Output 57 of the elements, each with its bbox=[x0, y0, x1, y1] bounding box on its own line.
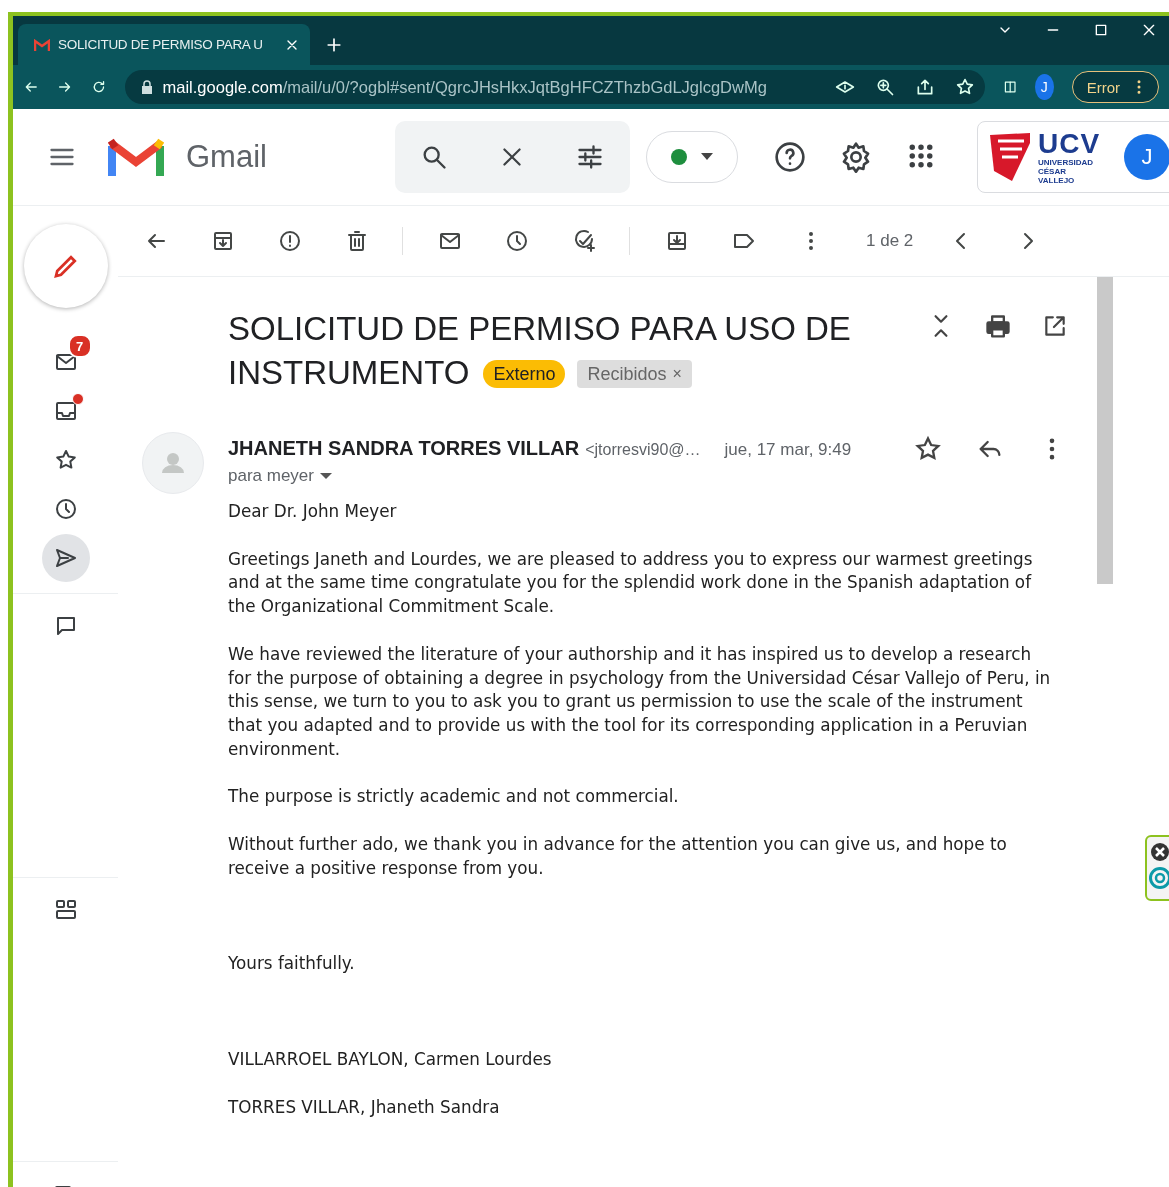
email-paragraph: VILLARROEL BAYLON, Carmen Lourdes bbox=[228, 1048, 553, 1072]
extension-widget[interactable] bbox=[1145, 835, 1169, 901]
gmail-logo-icon bbox=[108, 136, 164, 178]
star-icon[interactable] bbox=[914, 435, 942, 463]
app-name: Gmail bbox=[186, 139, 267, 175]
search-field[interactable] bbox=[394, 121, 630, 193]
lock-icon bbox=[140, 80, 153, 94]
close-icon[interactable] bbox=[1141, 22, 1157, 38]
inbox-icon[interactable] bbox=[53, 399, 78, 423]
close-icon[interactable] bbox=[1151, 843, 1169, 861]
external-tag[interactable]: Externo bbox=[483, 360, 566, 388]
email-paragraph: Dear Dr. John Meyer bbox=[228, 500, 398, 523]
spaces-icon[interactable] bbox=[53, 898, 78, 922]
maximize-icon[interactable] bbox=[1093, 22, 1109, 38]
organization-name: UCV bbox=[1038, 129, 1102, 158]
archive-icon[interactable] bbox=[211, 229, 235, 253]
recipient-text: para meyer bbox=[228, 466, 314, 486]
bookmark-star-icon[interactable] bbox=[954, 77, 975, 97]
organization-subtitle: UNIVERSIDAD CÉSAR VALLEJO bbox=[1038, 157, 1095, 185]
snooze-icon[interactable] bbox=[505, 229, 529, 253]
browser-tab[interactable]: SOLICITUD DE PERMISO PARA U bbox=[18, 24, 310, 65]
caret-icon[interactable] bbox=[320, 472, 332, 480]
move-to-icon[interactable] bbox=[665, 229, 689, 253]
folder-label[interactable]: Recibidos × bbox=[577, 360, 692, 388]
print-icon[interactable] bbox=[984, 313, 1012, 341]
email-paragraph: Yours faithfully. bbox=[228, 952, 356, 976]
url-text: mail.google.com/mail/u/0/?ogbl#sent/QgrcJHsHkxJqtBgHFCZThzbGdLJglcgDwMg bbox=[162, 77, 768, 97]
email-paragraph: The purpose is strictly academic and not commercial. bbox=[228, 785, 680, 809]
add-task-icon[interactable] bbox=[572, 229, 596, 253]
star-icon[interactable] bbox=[53, 448, 78, 472]
pagination-text: 1 de 2 bbox=[866, 231, 914, 251]
tab-title: SOLICITUD DE PERMISO PARA U bbox=[58, 37, 263, 52]
email-paragraph: Greetings Janeth and Lourdes, we are pleased to address you to express our warmest greetings and at the same time congratulate you for the splendid work done in the Spanish adaptation of the Organizational Commitment Scale. bbox=[228, 547, 1034, 619]
clock-icon[interactable] bbox=[53, 497, 78, 521]
scrollbar[interactable] bbox=[1097, 277, 1113, 584]
email-paragraph: Without further ado, we thank you in advance for the attention you can give us, and hope to receive a positive response from you. bbox=[228, 833, 1008, 880]
error-button[interactable]: Error bbox=[1071, 71, 1159, 103]
delete-icon[interactable] bbox=[345, 229, 369, 253]
open-new-window-icon[interactable] bbox=[1042, 313, 1068, 339]
email-subject: INSTRUMENTO bbox=[228, 353, 470, 393]
unread-count: 7 bbox=[67, 334, 92, 358]
caret-icon bbox=[700, 153, 713, 161]
email-paragraph: We have reviewed the literature of your authorship and it has inspired us to develop a research for the purpose of obtaining a degree in psychology from the Universidad César Vallejo of Peru, in this sense, we turn to you to ask you to grant us permission to use the scale of the instrument that you adapted and to provide us with the tool for its corresponding application in a Peruvian environment. bbox=[228, 642, 1052, 761]
report-spam-icon[interactable] bbox=[278, 229, 302, 253]
sender-name: JHANETH SANDRA TORRES VILLAR bbox=[228, 437, 580, 460]
email-paragraph: TORRES VILLAR, Jhaneth Sandra bbox=[228, 1095, 501, 1119]
shield-icon bbox=[988, 131, 1032, 183]
send-icon[interactable] bbox=[53, 546, 78, 570]
address-bar[interactable]: mail.google.com/mail/u/0/?ogbl#sent/QgrcJHsHkxJqtBgHFCZThzbGdLJglcgDwMg bbox=[124, 70, 985, 104]
help-icon[interactable] bbox=[773, 141, 806, 173]
nav-item[interactable] bbox=[41, 534, 90, 582]
email-subject: SOLICITUD DE PERMISO PARA USO DE bbox=[228, 309, 851, 349]
gmail-icon bbox=[34, 38, 50, 51]
email-date: jue, 17 mar, 9:49 bbox=[724, 440, 852, 460]
account-avatar[interactable]: J bbox=[1124, 134, 1169, 180]
profile-avatar[interactable]: J bbox=[1034, 74, 1054, 100]
sender-email: <jtorresvi90@… bbox=[585, 441, 701, 459]
